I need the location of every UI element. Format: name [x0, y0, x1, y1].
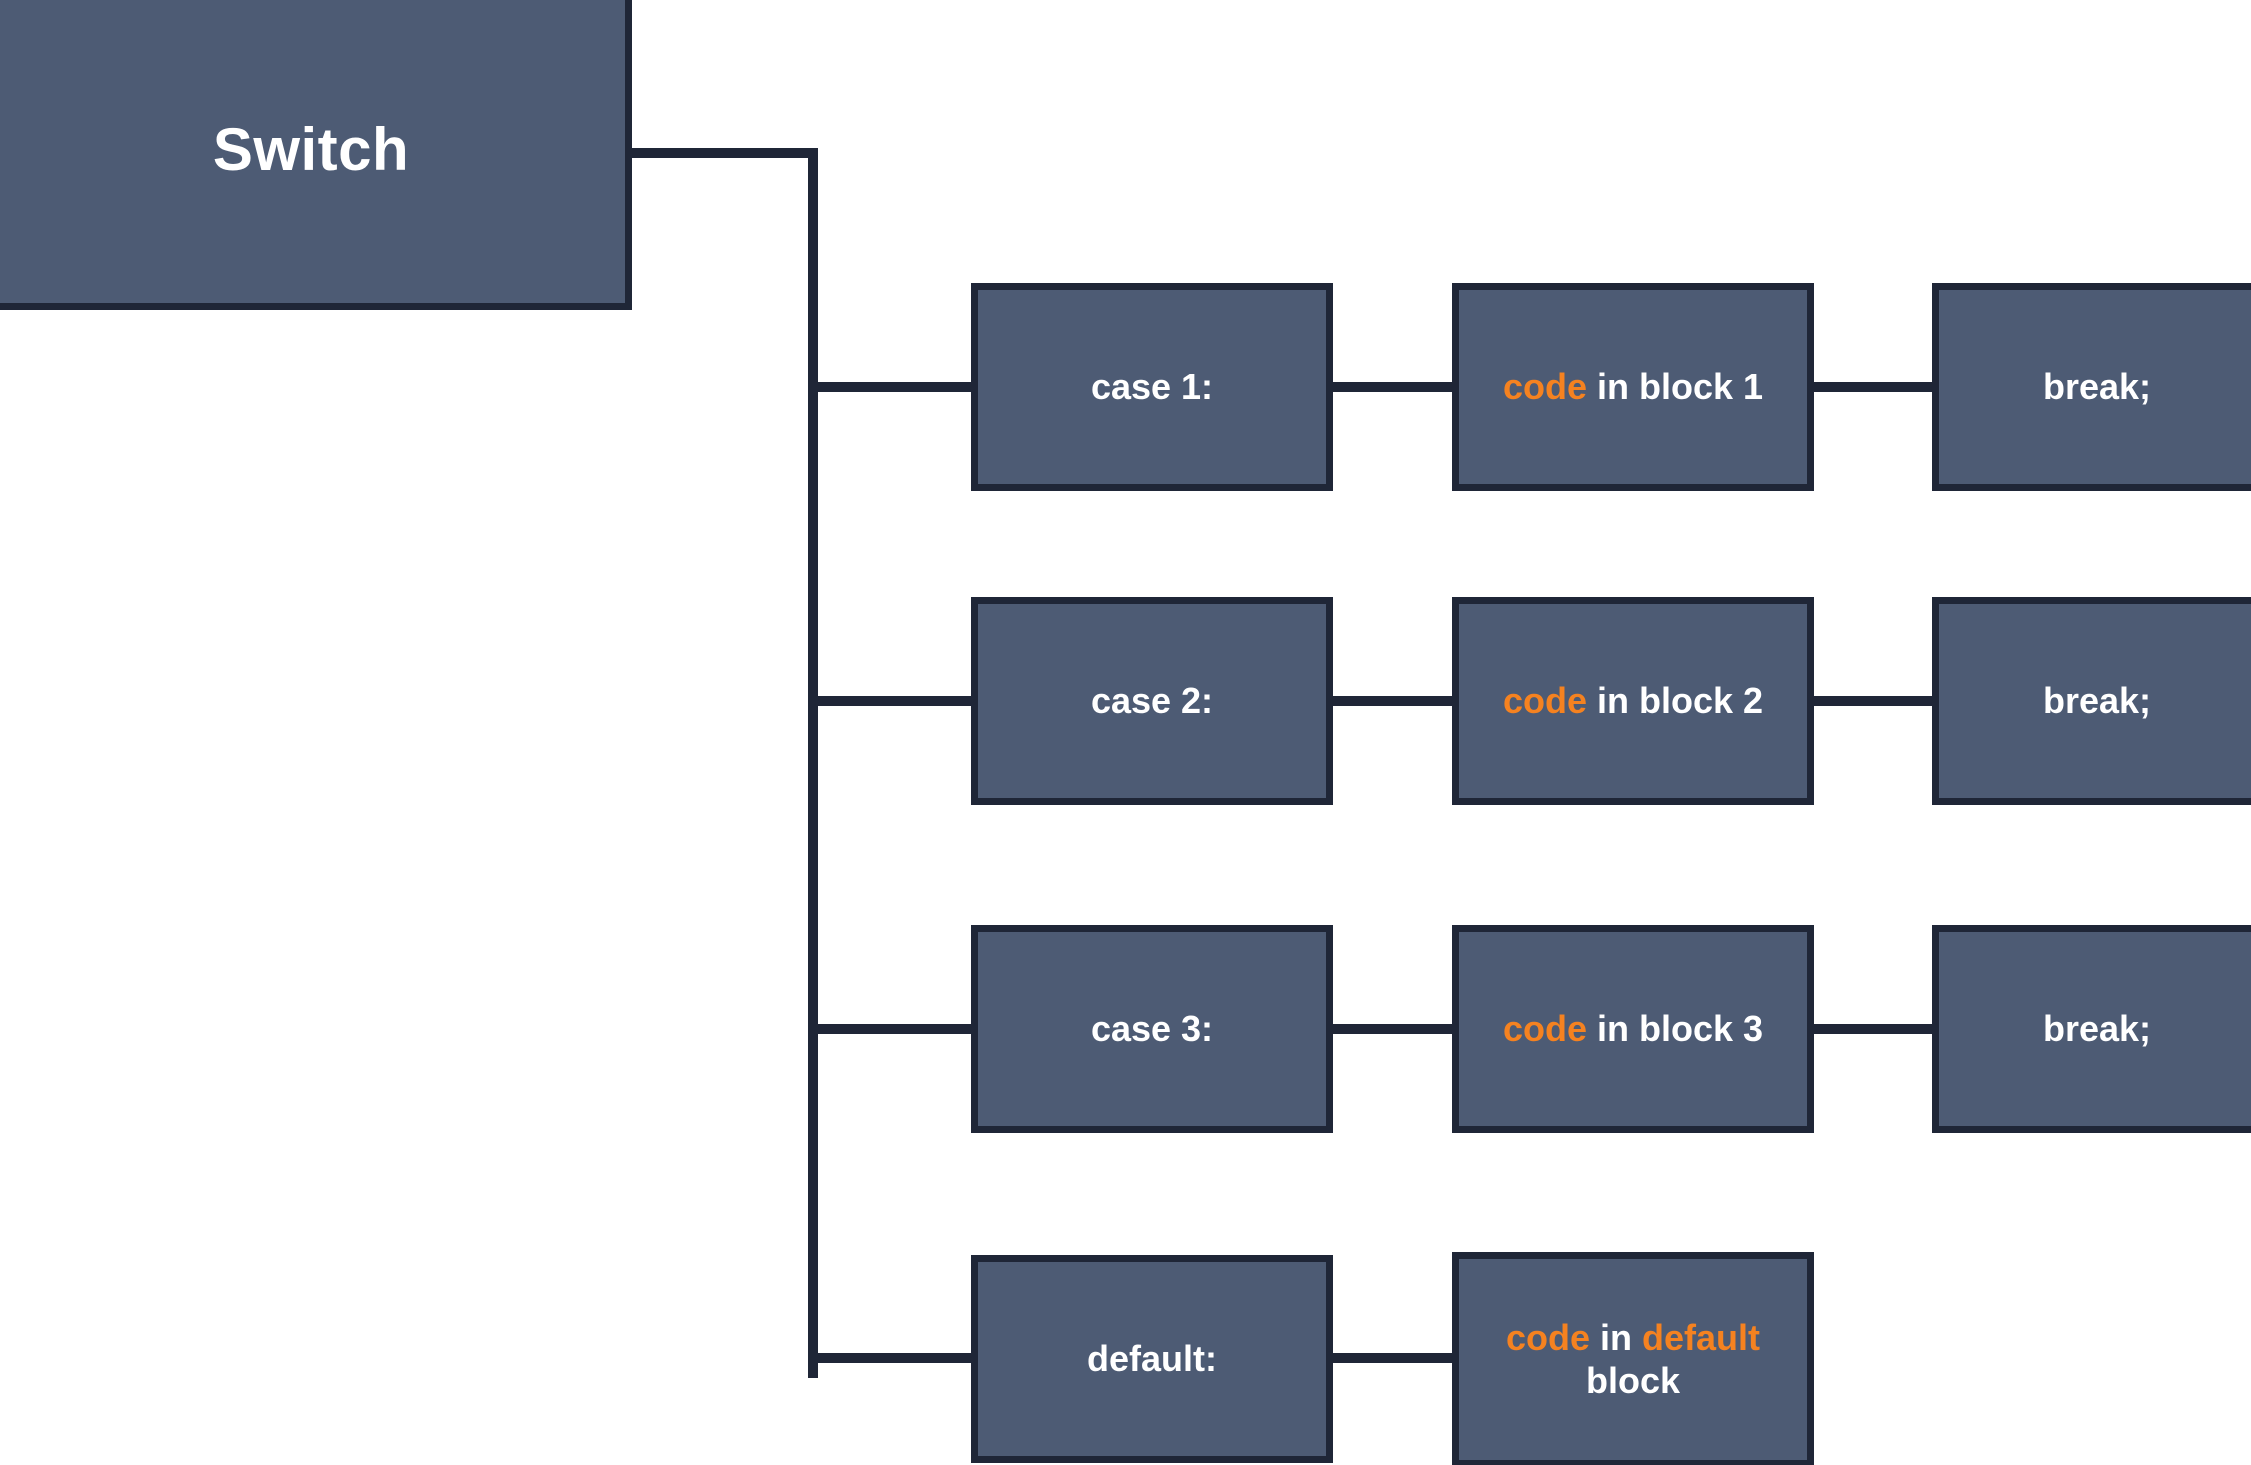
default-code-rest: block — [1585, 1359, 1680, 1401]
code-node-3-label: code in block 3 — [1489, 1008, 1777, 1050]
connector-trunk-to-default — [808, 1353, 978, 1363]
switch-flow-diagram: Switch case 1: code in block 1 break; ca… — [0, 0, 2251, 1465]
code-node-2[interactable]: code in block 2 — [1452, 597, 1814, 805]
case-node-1-label: case 1: — [1090, 365, 1214, 407]
connector-trunk-vertical — [808, 148, 818, 1378]
connector-trunk-to-case-2 — [808, 696, 978, 706]
break-node-3-label: break; — [2042, 1007, 2152, 1049]
case-node-3[interactable]: case 3: — [971, 925, 1333, 1133]
case-node-2-label: case 2: — [1090, 679, 1214, 721]
case-node-1[interactable]: case 1: — [971, 283, 1333, 491]
code-node-3[interactable]: code in block 3 — [1452, 925, 1814, 1133]
break-node-1[interactable]: break; — [1932, 283, 2251, 491]
connector-switch-to-trunk — [625, 148, 818, 158]
connector-trunk-to-case-3 — [808, 1024, 978, 1034]
code-rest-3: in block 3 — [1586, 1007, 1764, 1049]
default-code-node-label: code in default block — [1492, 1317, 1774, 1402]
connector-case-3-to-code-3 — [1326, 1024, 1459, 1034]
switch-node[interactable]: Switch — [0, 0, 632, 310]
break-node-2[interactable]: break; — [1932, 597, 2251, 805]
default-code-middle: in — [1590, 1317, 1642, 1359]
connector-code-2-to-break-2 — [1806, 696, 1939, 706]
default-code-keyword-2: default — [1642, 1317, 1761, 1359]
default-node-label: default: — [1087, 1337, 1217, 1379]
code-rest-1: in block 1 — [1586, 365, 1764, 407]
case-node-2[interactable]: case 2: — [971, 597, 1333, 805]
connector-case-1-to-code-1 — [1326, 382, 1459, 392]
break-node-2-label: break; — [2042, 679, 2152, 721]
connector-trunk-to-case-1 — [808, 382, 978, 392]
connector-default-to-default-code — [1326, 1353, 1459, 1363]
code-node-2-label: code in block 2 — [1489, 680, 1777, 722]
code-node-1[interactable]: code in block 1 — [1452, 283, 1814, 491]
code-rest-2: in block 2 — [1586, 679, 1764, 721]
connector-code-3-to-break-3 — [1806, 1024, 1939, 1034]
code-keyword-3: code — [1502, 1007, 1587, 1049]
case-node-3-label: case 3: — [1090, 1007, 1214, 1049]
default-code-keyword: code — [1505, 1317, 1590, 1359]
switch-node-label: Switch — [212, 115, 410, 183]
connector-code-1-to-break-1 — [1806, 382, 1939, 392]
connector-case-2-to-code-2 — [1326, 696, 1459, 706]
default-code-node[interactable]: code in default block — [1452, 1252, 1814, 1465]
code-keyword-1: code — [1502, 365, 1587, 407]
code-node-1-label: code in block 1 — [1489, 366, 1777, 408]
break-node-3[interactable]: break; — [1932, 925, 2251, 1133]
default-node[interactable]: default: — [971, 1255, 1333, 1463]
code-keyword-2: code — [1502, 679, 1587, 721]
break-node-1-label: break; — [2042, 365, 2152, 407]
